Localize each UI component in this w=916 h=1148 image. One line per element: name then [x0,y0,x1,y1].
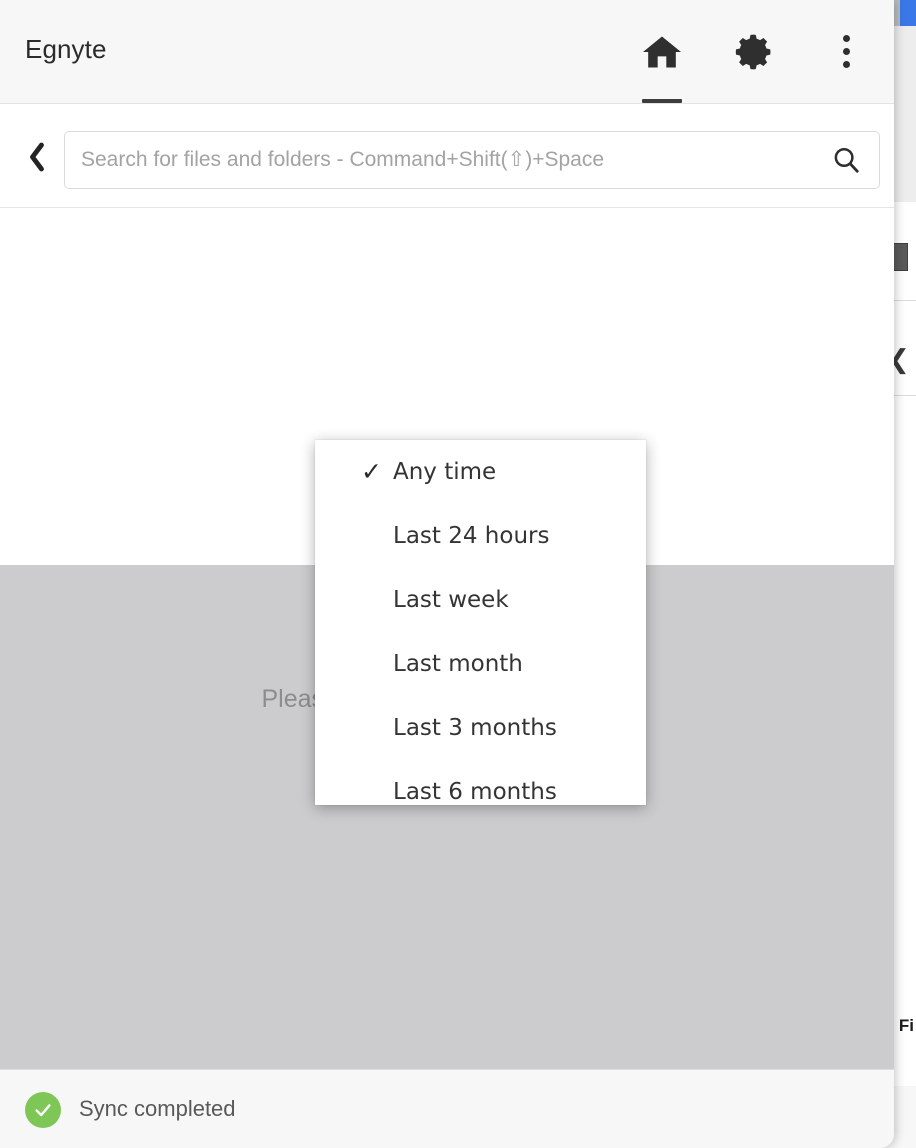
back-button[interactable] [22,144,52,174]
search-scope-row: Search in ACME Hide [0,208,894,320]
dropdown-item-label: Last 3 months [393,715,557,741]
overflow-menu-button[interactable] [823,0,869,103]
dropdown-item-any-time[interactable]: ✓ Any time [315,440,646,504]
check-icon: ✓ [361,440,382,504]
check-circle-icon [25,1092,61,1128]
active-tab-indicator [642,99,682,103]
gear-icon [733,31,775,73]
search-icon[interactable] [831,145,861,175]
dropdown-item-label: Any time [393,459,496,485]
kebab-menu-icon [843,35,850,68]
dropdown-item-last-24-hours[interactable]: Last 24 hours [315,504,646,568]
background-partial-label: Fi [899,1016,914,1036]
status-message: Sync completed [79,1070,236,1148]
uploaded-time-dropdown[interactable]: ✓ Any time Last 24 hours Last week Last … [315,440,646,805]
app-header: Egnyte [0,0,894,104]
header-icon-group [639,0,869,103]
settings-button[interactable] [731,0,777,103]
back-chevron-icon [27,142,47,177]
search-input-wrapper[interactable]: Search for files and folders - Command+S… [64,131,880,189]
home-icon [640,33,684,71]
dropdown-item-label: Last 6 months [393,779,557,805]
egnyte-app-window: Egnyte [0,0,894,1148]
dropdown-item-last-month[interactable]: Last month [315,632,646,696]
background-scrollbar-thumb [892,243,908,271]
dropdown-item-label: Last week [393,587,509,613]
search-input[interactable]: Search for files and folders - Command+S… [81,132,604,188]
dropdown-item-last-week[interactable]: Last week [315,568,646,632]
dropdown-item-last-6-months[interactable]: Last 6 months [315,760,646,805]
dropdown-item-label: Last 24 hours [393,523,549,549]
app-brand-title: Egnyte [25,34,107,65]
home-button[interactable] [639,0,685,103]
status-bar: Sync completed [0,1069,894,1148]
dropdown-item-last-3-months[interactable]: Last 3 months [315,696,646,760]
dropdown-item-label: Last month [393,651,523,677]
